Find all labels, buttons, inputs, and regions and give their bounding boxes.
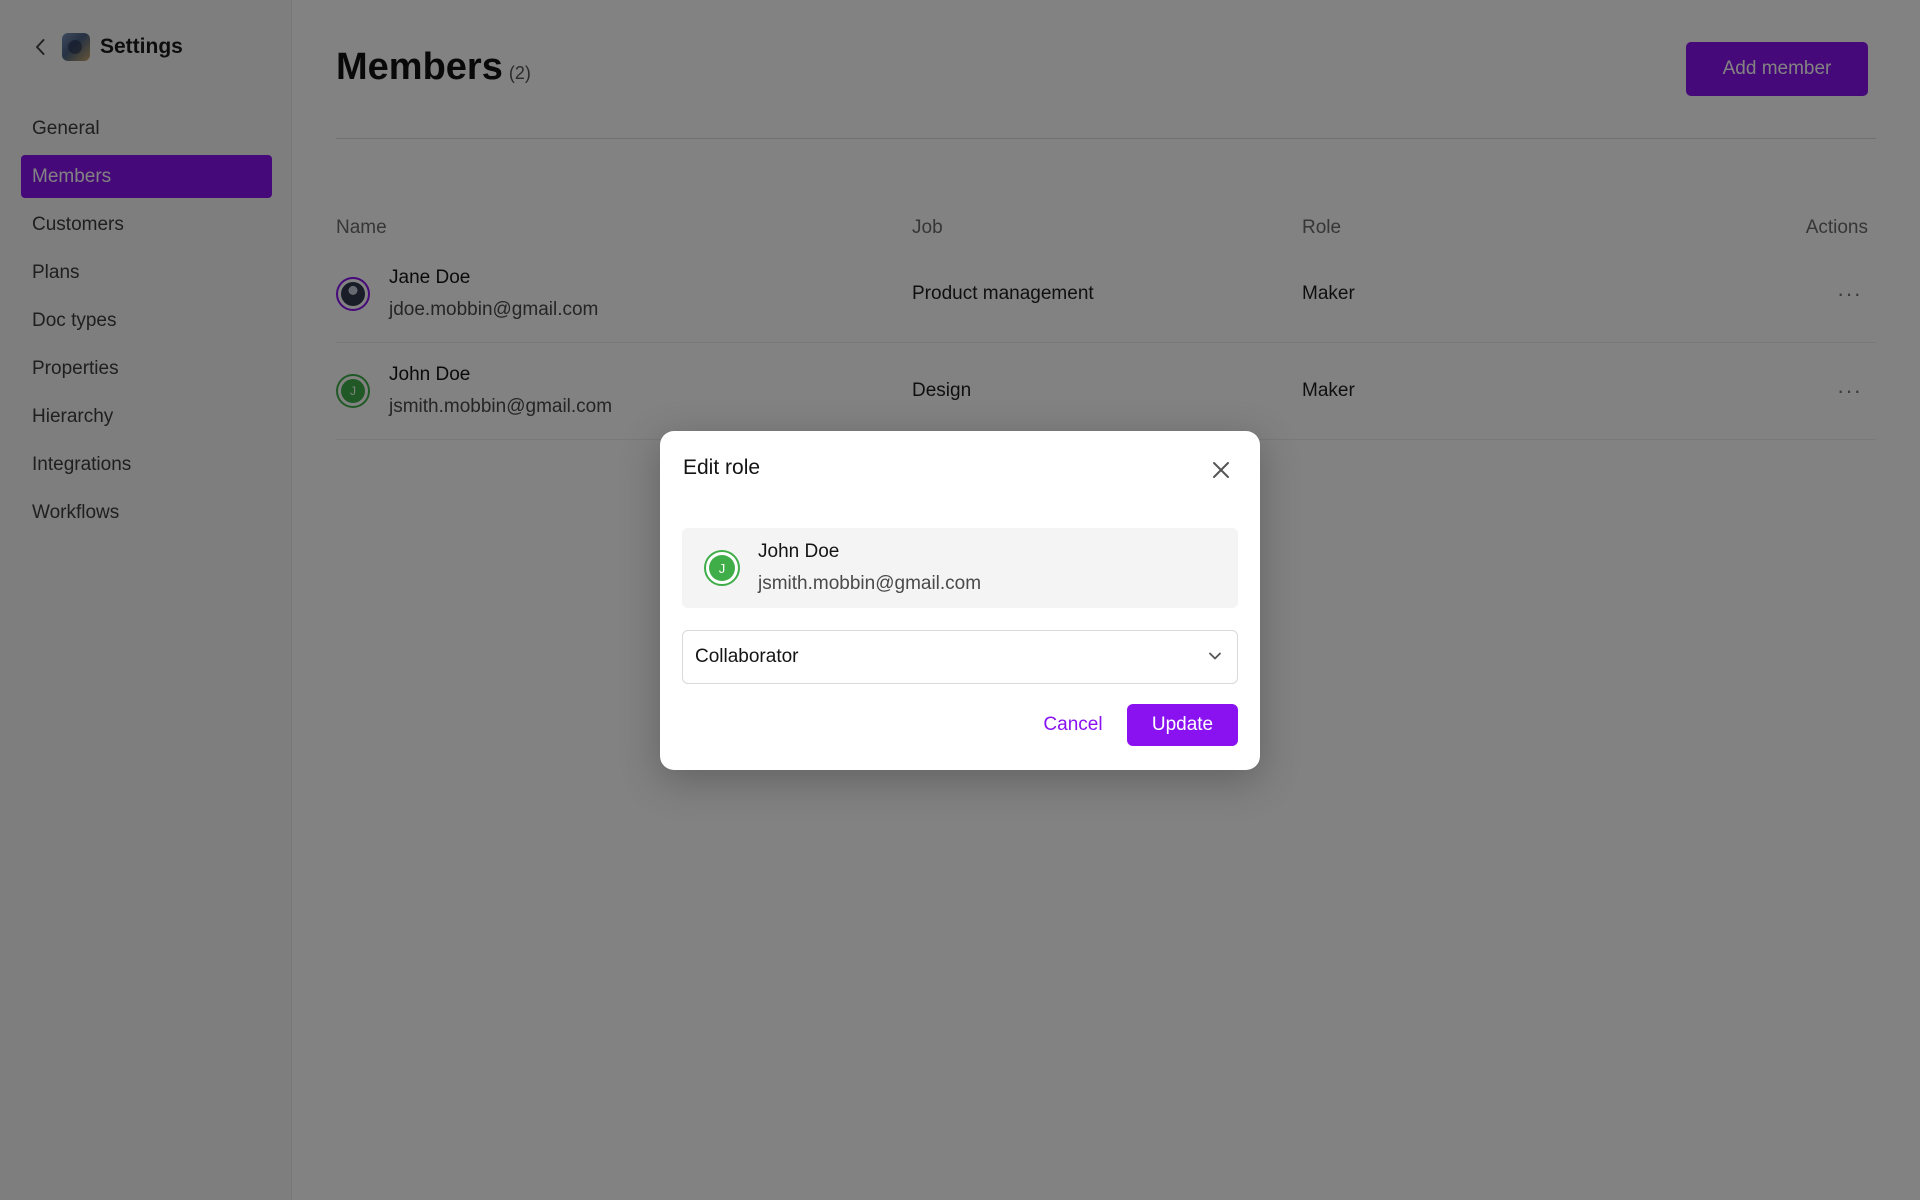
- edit-role-dialog: Edit role J John Doe jsmith.mobbin@gmail…: [660, 431, 1260, 770]
- avatar: J: [704, 550, 740, 586]
- cancel-button[interactable]: Cancel: [1018, 704, 1128, 746]
- role-select-value: Collaborator: [695, 646, 799, 667]
- role-select[interactable]: Collaborator: [682, 630, 1238, 684]
- member-name: John Doe: [758, 541, 840, 562]
- avatar-initial: J: [709, 555, 735, 581]
- dialog-title: Edit role: [683, 456, 761, 479]
- selected-member-card: J John Doe jsmith.mobbin@gmail.com: [682, 528, 1238, 608]
- chevron-down-icon: [1207, 648, 1223, 666]
- update-button[interactable]: Update: [1127, 704, 1238, 746]
- close-icon[interactable]: [1208, 457, 1234, 483]
- member-email: jsmith.mobbin@gmail.com: [758, 573, 982, 594]
